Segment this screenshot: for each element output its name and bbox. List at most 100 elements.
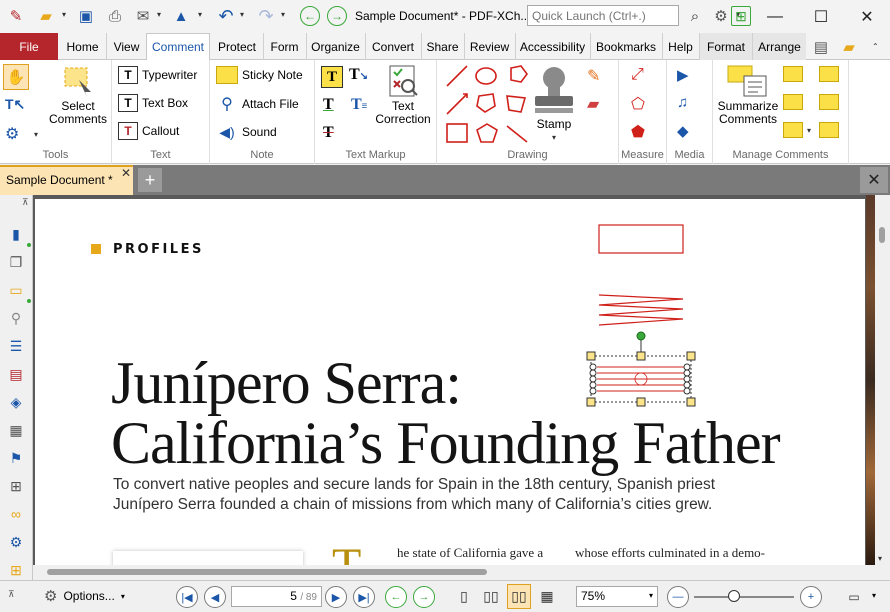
pages-icon[interactable]: ❐ — [5, 251, 27, 273]
first-page-button[interactable]: |◀ — [176, 586, 198, 608]
menu-arrange[interactable]: Arrange — [752, 33, 806, 60]
scroll-down-icon[interactable]: ▾ — [878, 554, 882, 563]
pdf-page[interactable]: PROFILES Junípero Serra: California’s Fo… — [35, 199, 865, 565]
search-icon[interactable]: ⌕ — [684, 5, 706, 27]
menu-file[interactable]: File — [0, 33, 58, 60]
redo-icon[interactable]: ↷ — [255, 5, 277, 27]
fit-window-icon[interactable]: ⊞ — [731, 6, 751, 26]
stamp-dropdown-icon[interactable]: ▾ — [527, 131, 581, 144]
selected-annotation[interactable] — [586, 331, 696, 407]
new-tab-button[interactable]: + — [138, 168, 162, 192]
zoom-slider-track[interactable] — [694, 596, 794, 598]
signatures-icon[interactable]: ▤ — [5, 363, 27, 385]
document-tab[interactable]: Sample Document * — [0, 165, 133, 195]
scan-icon[interactable]: ▲ — [170, 5, 192, 27]
zoom-tool-icon[interactable]: ⚙ — [5, 124, 19, 144]
zigzag-annotation[interactable] — [598, 294, 684, 326]
single-page-view-icon[interactable]: ▯ — [452, 584, 476, 609]
underline-icon[interactable]: T — [323, 96, 334, 114]
zoom-level-field[interactable]: 75% ▾ — [576, 586, 658, 607]
insert-text-icon[interactable]: T≡ — [351, 96, 367, 114]
email-dropdown-icon[interactable]: ▾ — [157, 10, 161, 19]
menu-bookmarks[interactable]: Bookmarks — [590, 33, 661, 60]
email-icon[interactable]: ✉ — [132, 5, 154, 27]
options-button[interactable]: ⚙ Options... ▾ — [44, 587, 125, 605]
undo-dropdown-icon[interactable]: ▾ — [240, 10, 244, 19]
links-icon[interactable]: ∞ — [5, 503, 27, 525]
save-icon[interactable]: ▣ — [75, 5, 97, 27]
content-icon[interactable]: ☰ — [5, 335, 27, 357]
import-comments-icon[interactable] — [783, 66, 803, 82]
distance-icon[interactable]: ⤢ — [631, 66, 644, 84]
menu-share[interactable]: Share — [421, 33, 463, 60]
highlight-icon[interactable]: T — [321, 66, 343, 88]
maximize-button[interactable]: ☐ — [798, 0, 844, 33]
rectangle-annotation[interactable] — [598, 224, 684, 254]
video-icon[interactable]: ▶ — [677, 66, 689, 84]
statusbar-collapse-icon[interactable]: ⊼ — [8, 589, 15, 600]
scan-dropdown-icon[interactable]: ▾ — [198, 10, 202, 19]
fit-width-icon[interactable]: ▭ — [842, 584, 866, 609]
callout-button[interactable]: T Callout — [118, 122, 179, 140]
properties-icon[interactable]: ⚙ — [5, 531, 27, 553]
page-number-field[interactable]: 5 / 89 — [231, 586, 322, 607]
folder-icon[interactable]: ▰ — [838, 36, 860, 58]
3d-model-icon[interactable]: ◆ — [677, 122, 689, 140]
menu-review[interactable]: Review — [464, 33, 514, 60]
eraser-icon[interactable]: ▰ — [587, 94, 599, 114]
close-document-button[interactable]: ✕ — [860, 167, 888, 193]
open-folder-icon[interactable]: ▰ — [35, 5, 57, 27]
vertical-scrollbar[interactable]: ▾ — [875, 195, 890, 565]
music-icon[interactable]: ♫ — [677, 94, 688, 111]
show-comments-dropdown-icon[interactable]: ▾ — [807, 126, 811, 135]
menu-home[interactable]: Home — [60, 33, 105, 60]
sticky-note-button[interactable]: Sticky Note — [216, 66, 303, 84]
perimeter-icon[interactable]: ⬠ — [631, 94, 645, 114]
area-icon[interactable]: ⬟ — [631, 122, 645, 142]
menu-form[interactable]: Form — [263, 33, 305, 60]
document-viewport[interactable]: PROFILES Junípero Serra: California’s Fo… — [33, 195, 875, 565]
previous-view-button[interactable]: ← — [385, 586, 407, 608]
attach-file-button[interactable]: ⚲ Attach File — [216, 94, 299, 114]
facing-view-icon[interactable]: ▯▯ — [507, 584, 531, 609]
vertical-scroll-thumb[interactable] — [879, 227, 885, 243]
menu-convert[interactable]: Convert — [365, 33, 420, 60]
document-properties-icon[interactable]: ▤ — [810, 36, 832, 58]
stamp-button[interactable]: Stamp ▾ — [527, 64, 581, 144]
bookmarks-icon[interactable]: ▮ — [5, 223, 27, 245]
comments-list-icon[interactable] — [819, 122, 839, 138]
sidebar-collapse-icon[interactable]: ⊼ — [22, 197, 29, 208]
show-comments-icon[interactable] — [783, 122, 803, 138]
comment-styles-icon[interactable] — [819, 94, 839, 110]
structure-icon[interactable]: ⊞ — [5, 475, 27, 497]
horizontal-scrollbar[interactable] — [33, 565, 875, 580]
flatten-comments-icon[interactable] — [819, 66, 839, 82]
summarize-comments-button[interactable]: Summarize Comments — [715, 64, 781, 126]
pencil-icon[interactable]: ✎ — [587, 66, 600, 86]
customize-icon[interactable]: ⚙ — [710, 5, 732, 27]
export-comments-icon[interactable] — [783, 94, 803, 110]
statusbar-more-icon[interactable]: ▾ — [872, 591, 876, 600]
select-text-icon[interactable]: T↖ — [5, 96, 25, 113]
undo-icon[interactable]: ↶ — [215, 5, 237, 27]
next-page-button[interactable]: ▶ — [325, 586, 347, 608]
zoom-in-button[interactable]: + — [800, 586, 822, 608]
menu-organize[interactable]: Organize — [306, 33, 364, 60]
text-box-button[interactable]: T Text Box — [118, 94, 188, 112]
select-comments-button[interactable]: Select Comments — [48, 64, 108, 126]
text-correction-button[interactable]: Text Correction — [371, 64, 435, 126]
menu-format[interactable]: Format — [699, 33, 752, 60]
minimize-button[interactable]: — — [752, 0, 798, 33]
hand-tool-icon[interactable]: ✋ — [3, 64, 29, 90]
comments-icon[interactable]: ▭ — [5, 279, 27, 301]
continuous-facing-view-icon[interactable]: ▦ — [535, 584, 559, 609]
attachments-icon[interactable]: ⚲ — [5, 307, 27, 329]
redo-dropdown-icon[interactable]: ▾ — [281, 10, 285, 19]
zoom-out-button[interactable]: — — [667, 586, 689, 608]
menu-comment[interactable]: Comment — [146, 33, 210, 61]
app-logo-icon[interactable]: ✎ — [5, 5, 27, 27]
typewriter-button[interactable]: T Typewriter — [118, 66, 197, 84]
previous-page-button[interactable]: ◀ — [204, 586, 226, 608]
quick-launch-input[interactable] — [527, 5, 679, 26]
menu-accessibility[interactable]: Accessibility — [515, 33, 589, 60]
